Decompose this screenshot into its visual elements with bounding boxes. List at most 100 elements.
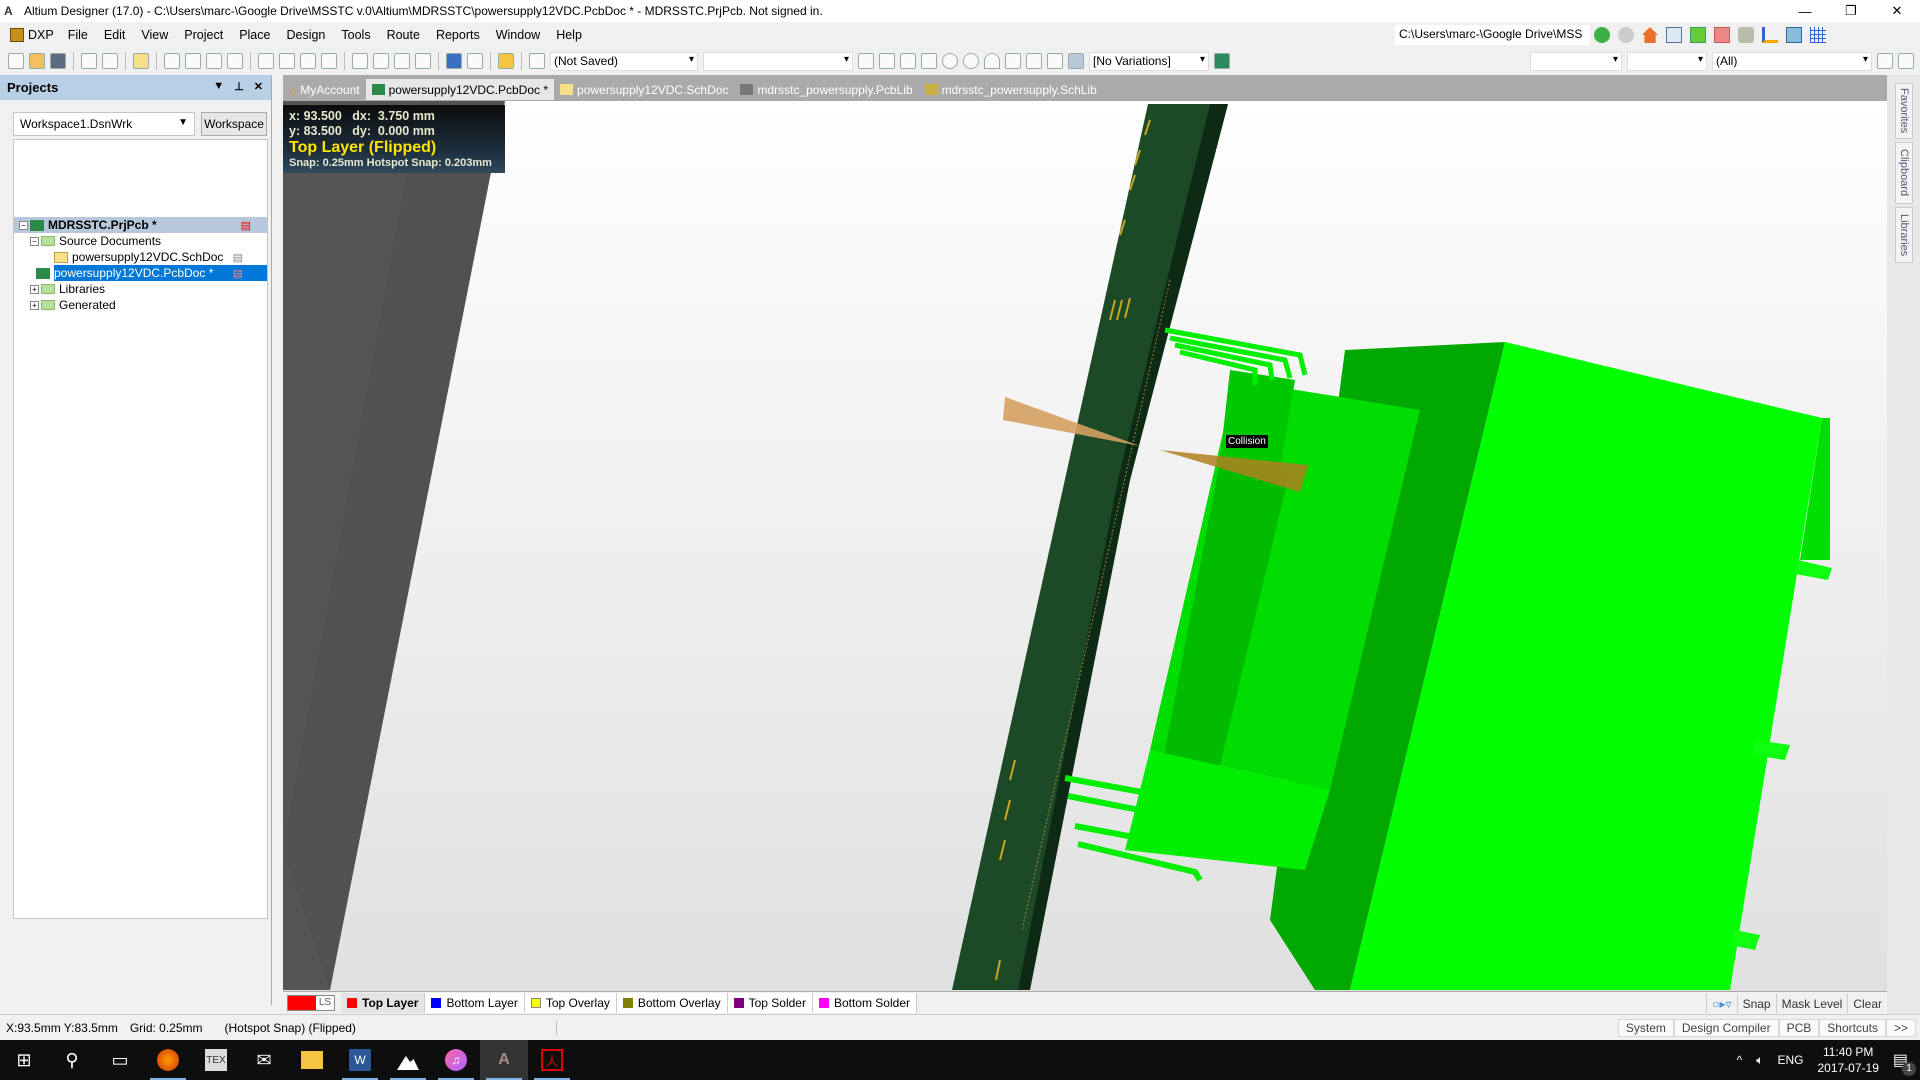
polygon-icon[interactable] [1026, 53, 1042, 69]
open-project-icon[interactable] [133, 53, 149, 69]
browse-components-icon[interactable] [529, 53, 545, 69]
panel-tab-favorites[interactable]: Favorites [1895, 83, 1913, 139]
fanout-icon[interactable] [921, 53, 937, 69]
copy-icon[interactable] [279, 53, 295, 69]
rubber-stamp-icon[interactable] [321, 53, 337, 69]
search-button[interactable]: ⚲ [48, 1040, 96, 1080]
task-view-button[interactable]: ▭ [96, 1040, 144, 1080]
grid-icon[interactable] [1810, 27, 1826, 43]
layer-tab-top-overlay[interactable]: Top Overlay [524, 993, 617, 1013]
save-icon[interactable] [50, 53, 66, 69]
measure-icon[interactable] [1762, 27, 1778, 43]
snap-button[interactable]: Snap [1736, 994, 1776, 1013]
tree-item-libraries[interactable]: + Libraries [14, 281, 267, 297]
new-icon[interactable] [8, 53, 24, 69]
interactive-route-icon[interactable] [858, 53, 874, 69]
fill-icon[interactable] [1005, 53, 1021, 69]
menu-design[interactable]: Design [278, 28, 333, 42]
via-icon[interactable] [963, 53, 979, 69]
layer-tab-bottom-solder[interactable]: Bottom Solder [812, 993, 917, 1013]
status-button-more[interactable]: >> [1885, 1019, 1916, 1037]
snap-options-icon[interactable]: ○▸▿ [1706, 994, 1736, 1013]
panel-close-icon[interactable]: ✕ [254, 80, 263, 93]
home-icon[interactable] [1642, 27, 1658, 43]
tree-item-schdoc[interactable]: powersupply12VDC.SchDoc ▤ [14, 249, 267, 265]
saved-state-combo[interactable]: (Not Saved) [550, 51, 698, 71]
cross-probe-icon[interactable] [498, 53, 514, 69]
taskbar-itunes[interactable]: ♫ [432, 1040, 480, 1080]
mask-level-button[interactable]: Mask Level [1775, 994, 1848, 1013]
taskbar-acrobat[interactable]: 人 [528, 1040, 576, 1080]
pcb-3d-view[interactable]: Collision [283, 101, 1887, 991]
taskbar-firefox[interactable] [144, 1040, 192, 1080]
maximize-button[interactable]: ❐ [1828, 0, 1874, 22]
net-color-icon[interactable] [1214, 53, 1230, 69]
move-icon[interactable] [373, 53, 389, 69]
clear-filter-icon[interactable] [415, 53, 431, 69]
undo-icon[interactable] [446, 53, 462, 69]
panel-tab-libraries[interactable]: Libraries [1895, 207, 1913, 263]
refresh-doc-icon[interactable] [1666, 27, 1682, 43]
path-field[interactable]: C:\Users\marc-\Google Drive\MSS [1395, 25, 1590, 45]
collapse-icon[interactable]: − [30, 236, 39, 246]
taskbar-file-explorer[interactable] [288, 1040, 336, 1080]
tab-schlib[interactable]: mdrsstc_powersupply.SchLib [919, 79, 1103, 100]
design-rule-icon[interactable] [1690, 27, 1706, 43]
status-button-shortcuts[interactable]: Shortcuts [1819, 1019, 1886, 1037]
pad-icon[interactable] [942, 53, 958, 69]
filter-all-combo[interactable]: (All) [1712, 51, 1872, 71]
print-preview-icon[interactable] [102, 53, 118, 69]
string-icon[interactable] [1047, 53, 1063, 69]
tab-pcblib[interactable]: mdrsstc_powersupply.PcbLib [734, 79, 918, 100]
collapse-icon[interactable]: − [19, 220, 28, 230]
panel-tab-clipboard[interactable]: Clipboard [1895, 142, 1913, 204]
filter-combo-1[interactable] [1530, 51, 1622, 71]
variations-combo[interactable]: [No Variations] [1089, 51, 1209, 71]
arc-icon[interactable] [984, 53, 1000, 69]
workspace-button[interactable]: Workspace [201, 112, 267, 136]
tab-myaccount[interactable]: ⌂ MyAccount [283, 79, 366, 100]
workspace-combo[interactable]: Workspace1.DsnWrk ▼ [13, 112, 195, 136]
redo-icon[interactable] [467, 53, 483, 69]
menu-help[interactable]: Help [548, 28, 590, 42]
back-icon[interactable] [1594, 27, 1610, 43]
layer-tab-top-layer[interactable]: Top Layer [341, 993, 426, 1013]
room-icon[interactable] [1786, 27, 1802, 43]
clear-button[interactable]: Clear [1847, 994, 1887, 1013]
expand-icon[interactable]: + [30, 284, 39, 294]
tab-schdoc[interactable]: powersupply12VDC.SchDoc [554, 79, 734, 100]
paste-icon[interactable] [300, 53, 316, 69]
taskbar-word[interactable]: W [336, 1040, 384, 1080]
component-icon[interactable] [1068, 53, 1084, 69]
filter-combo-2[interactable] [1627, 51, 1707, 71]
clear-filter-icon[interactable] [1898, 53, 1914, 69]
current-layer-swatch[interactable]: LS [287, 995, 335, 1011]
zoom-filtered-icon[interactable] [227, 53, 243, 69]
panel-menu-icon[interactable]: ▼ [213, 80, 224, 93]
volume-icon[interactable]: 🔈︎ [1756, 1053, 1763, 1068]
layer-tab-bottom-layer[interactable]: Bottom Layer [425, 993, 525, 1013]
menu-edit[interactable]: Edit [96, 28, 134, 42]
status-button-pcb[interactable]: PCB [1778, 1019, 1820, 1037]
layer-tab-bottom-overlay[interactable]: Bottom Overlay [616, 993, 728, 1013]
diff-pair-icon[interactable] [879, 53, 895, 69]
menu-place[interactable]: Place [231, 28, 278, 42]
align-icon[interactable] [1714, 27, 1730, 43]
taskbar-tex[interactable]: TEX [192, 1040, 240, 1080]
deselect-icon[interactable] [394, 53, 410, 69]
tree-item-generated[interactable]: + Generated [14, 297, 267, 313]
zoom-selected-icon[interactable] [206, 53, 222, 69]
taskbar-mail[interactable]: ✉ [240, 1040, 288, 1080]
clock[interactable]: 11:40 PM 2017-07-19 [1817, 1044, 1878, 1076]
status-button-system[interactable]: System [1617, 1019, 1674, 1037]
secondary-combo[interactable] [703, 51, 853, 71]
zoom-area-icon[interactable] [185, 53, 201, 69]
taskbar-altium[interactable]: A [480, 1040, 528, 1080]
forward-icon[interactable] [1618, 27, 1634, 43]
zoom-fit-icon[interactable] [164, 53, 180, 69]
multi-route-icon[interactable] [900, 53, 916, 69]
menu-reports[interactable]: Reports [428, 28, 488, 42]
menu-file[interactable]: File [60, 28, 96, 42]
show-hidden-icons[interactable]: ^ [1737, 1053, 1743, 1067]
close-button[interactable]: ✕ [1874, 0, 1920, 22]
